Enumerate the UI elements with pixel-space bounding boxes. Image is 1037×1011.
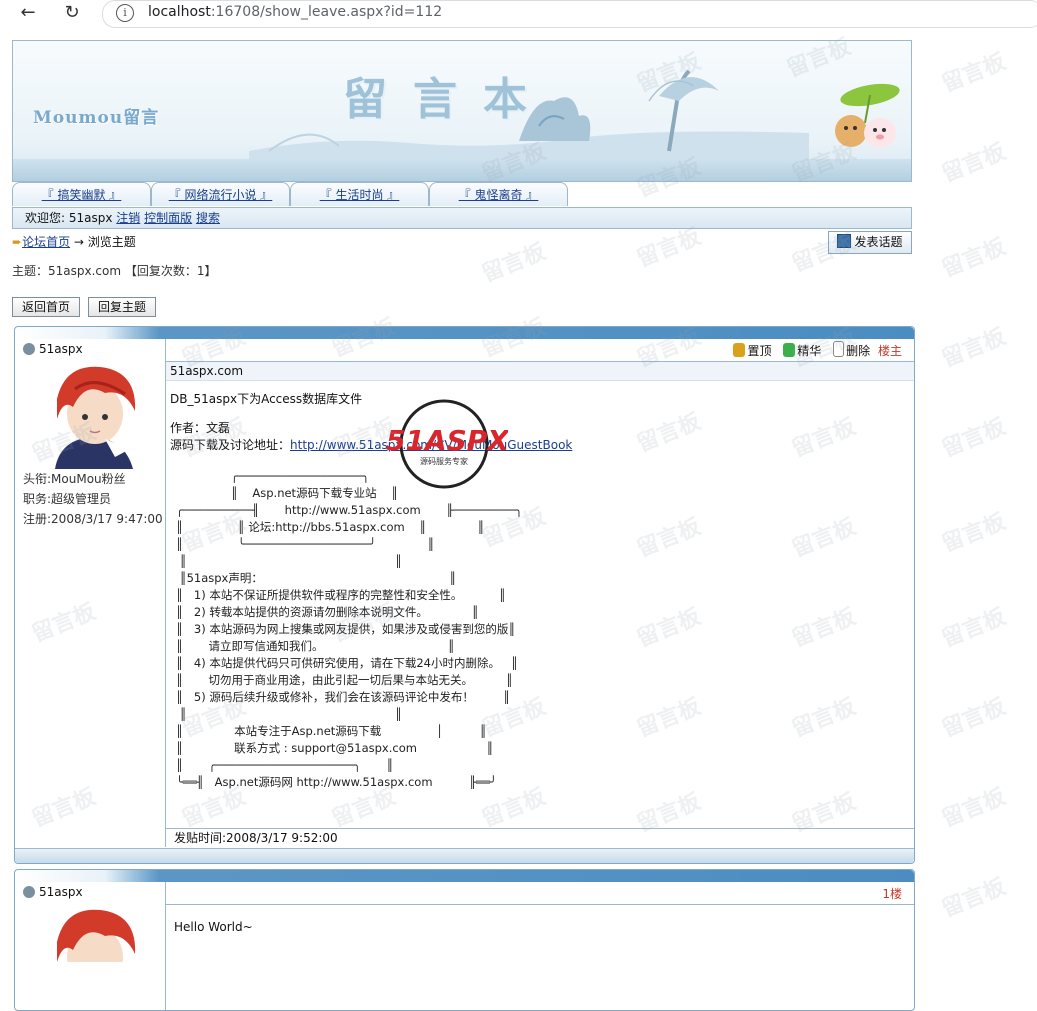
logout-link[interactable]: 注销 [116, 211, 140, 225]
tab-web-novels[interactable]: 『 网络流行小说 』 [151, 182, 290, 206]
search-link[interactable]: 搜索 [196, 211, 220, 225]
topic-buttons: 返回首页 回复主题 [12, 297, 164, 317]
reply-topic-button[interactable]: 回复主题 [88, 297, 157, 317]
welcome-text: 欢迎您: 51aspx [25, 211, 113, 225]
post-actions: 置顶 精华 删除 楼主 [166, 339, 914, 362]
ascii-notice: ╭──────────────────╮ ║ Asp.net源码下载专业站 ║ … [176, 469, 523, 789]
post-main: 51aspx 头衔:MouMou粉丝 职务:超级管理员 注册:2008/3/17… [14, 326, 915, 864]
post-subject: 51aspx.com [166, 362, 914, 381]
pointer-arrow-icon: ➨ [12, 235, 23, 249]
post-body: DB_51aspx下为Access数据库文件 作者：文磊 源码下载及讨论地址：h… [166, 381, 914, 791]
reply-author-name[interactable]: 51aspx [23, 885, 83, 899]
reload-icon[interactable]: ↻ [60, 2, 84, 24]
reply-content-panel: 1楼 Hello World~ [166, 882, 914, 936]
post-reply: 51aspx 1楼 Hello World~ [14, 869, 915, 1011]
elite-icon [783, 343, 796, 357]
avatar [55, 366, 136, 469]
breadcrumb: ➨论坛首页 → 浏览主题 发表话题 [12, 230, 912, 254]
reply-avatar [57, 909, 136, 962]
author-register-date: 注册:2008/3/17 9:47:00 [23, 512, 163, 526]
tab-humor[interactable]: 『 搞笑幽默 』 [12, 182, 151, 206]
delete-icon [833, 341, 845, 357]
51aspx-stamp-logo: 51ASPX 源码服务专家 [386, 399, 508, 489]
mascot-illustration [835, 83, 900, 148]
author-role: 职务:超级管理员 [23, 492, 112, 506]
reply-body: Hello World~ [174, 920, 253, 934]
post-author-line: 作者：文磊 [170, 421, 231, 435]
site-info-icon[interactable]: i [116, 4, 134, 22]
reply-floor: 1楼 [166, 882, 914, 905]
user-icon [23, 343, 35, 355]
author-panel: 51aspx 头衔:MouMou粉丝 职务:超级管理员 注册:2008/3/17… [15, 339, 166, 847]
site-logo[interactable]: Moumou留言 [33, 103, 159, 128]
banner-title: 留言本 [343, 74, 553, 125]
reply-author-panel: 51aspx [15, 882, 166, 1010]
svg-text:源码服务专家: 源码服务专家 [420, 456, 468, 466]
back-home-button[interactable]: 返回首页 [12, 297, 81, 317]
svg-text:51ASPX: 51ASPX [386, 424, 508, 457]
topic-subject-line: 主题：51aspx.com 【回复次数：1】 [12, 264, 217, 278]
header-banner: Moumou留言 留言本 [12, 40, 912, 182]
new-topic-button[interactable]: 发表话题 [828, 231, 912, 254]
post-line: DB_51aspx下为Access数据库文件 [170, 392, 363, 406]
post-time: 发贴时间:2008/3/17 9:52:00 [166, 828, 914, 847]
tab-mystery[interactable]: 『 鬼怪离奇 』 [429, 182, 568, 206]
url-text[interactable]: localhost:16708/show_leave.aspx?id=112 [148, 4, 442, 20]
current-page-label: 浏览主题 [87, 235, 136, 249]
post-content-panel: 置顶 精华 删除 楼主 51aspx.com DB_51aspx下为Access… [166, 339, 914, 791]
delete-button[interactable]: 删除 [846, 344, 870, 358]
author-title: 头衔:MouMou粉丝 [23, 472, 126, 486]
welcome-bar: 欢迎您: 51aspx 注销 控制面版 搜索 [12, 207, 912, 229]
user-icon [23, 886, 35, 898]
pin-icon [733, 343, 746, 357]
back-arrow-icon[interactable]: ← [16, 2, 40, 24]
control-panel-link[interactable]: 控制面版 [144, 211, 192, 225]
page-container: Moumou留言 留言本 『 搞笑幽默 』 『 网络流行小说 』 『 生活时尚 … [12, 40, 915, 1011]
browser-toolbar: ← ↻ i localhost:16708/show_leave.aspx?id… [0, 0, 1037, 28]
author-name[interactable]: 51aspx [23, 342, 83, 356]
elite-button[interactable]: 精华 [797, 344, 821, 358]
floor-label: 楼主 [877, 344, 902, 358]
tab-lifestyle[interactable]: 『 生活时尚 』 [290, 182, 429, 206]
category-tabs: 『 搞笑幽默 』 『 网络流行小说 』 『 生活时尚 』 『 鬼怪离奇 』 [12, 182, 912, 206]
forum-home-link[interactable]: 论坛首页 [22, 235, 70, 249]
compose-icon [837, 234, 852, 248]
pin-button[interactable]: 置顶 [747, 344, 771, 358]
